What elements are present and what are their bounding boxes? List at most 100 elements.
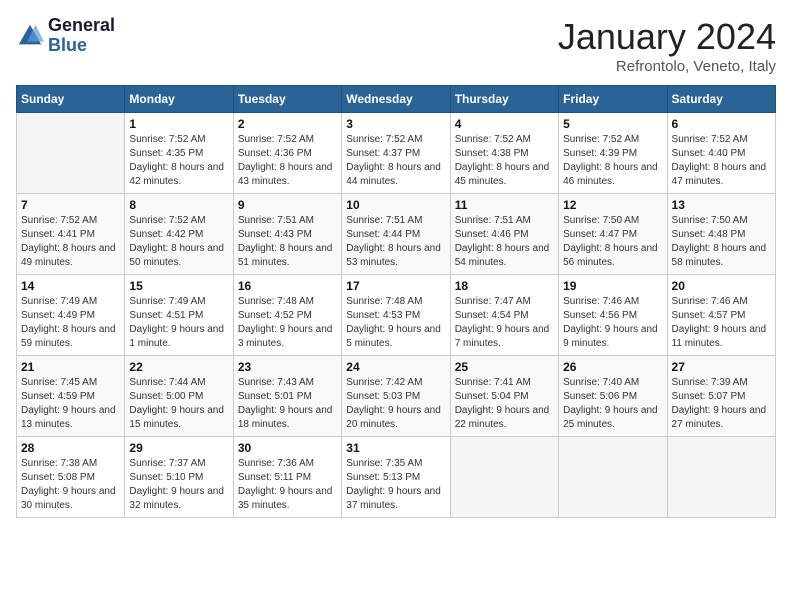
day-number: 22 — [129, 360, 228, 374]
column-header-monday: Monday — [125, 86, 233, 113]
calendar-cell: 16 Sunrise: 7:48 AMSunset: 4:52 PMDayligh… — [233, 275, 341, 356]
day-number: 18 — [455, 279, 554, 293]
day-number: 9 — [238, 198, 337, 212]
calendar-cell: 29 Sunrise: 7:37 AMSunset: 5:10 PMDayligh… — [125, 437, 233, 518]
calendar-cell: 24Sunrise: 7:42 AMSunset: 5:03 PMDayligh… — [342, 356, 450, 437]
calendar-cell: 21 Sunrise: 7:45 AMSunset: 4:59 PMDayligh… — [17, 356, 125, 437]
calendar-cell: 14 Sunrise: 7:49 AMSunset: 4:49 PMDayligh… — [17, 275, 125, 356]
column-header-wednesday: Wednesday — [342, 86, 450, 113]
calendar-cell: 4 Sunrise: 7:52 AMSunset: 4:38 PMDaylight… — [450, 113, 558, 194]
day-info: Sunrise: 7:47 AMSunset: 4:54 PMDaylight:… — [455, 295, 554, 351]
calendar-cell: 30 Sunrise: 7:36 AMSunset: 5:11 PMDayligh… — [233, 437, 341, 518]
day-number: 13 — [672, 198, 771, 212]
calendar-cell — [667, 437, 775, 518]
calendar-week-row: 14 Sunrise: 7:49 AMSunset: 4:49 PMDayligh… — [17, 275, 776, 356]
calendar-cell: 13 Sunrise: 7:50 AMSunset: 4:48 PMDayligh… — [667, 194, 775, 275]
day-info: Sunrise: 7:35 AMSunset: 5:13 PMDaylight:… — [346, 457, 445, 513]
calendar-cell: 6Sunrise: 7:52 AMSunset: 4:40 PMDaylight… — [667, 113, 775, 194]
day-number: 20 — [672, 279, 771, 293]
calendar-cell: 10Sunrise: 7:51 AMSunset: 4:44 PMDayligh… — [342, 194, 450, 275]
calendar-cell: 20 Sunrise: 7:46 AMSunset: 4:57 PMDayligh… — [667, 275, 775, 356]
day-info: Sunrise: 7:52 AMSunset: 4:41 PMDaylight:… — [21, 214, 120, 270]
calendar-cell: 3Sunrise: 7:52 AMSunset: 4:37 PMDaylight… — [342, 113, 450, 194]
day-number: 25 — [455, 360, 554, 374]
day-info: Sunrise: 7:46 AMSunset: 4:57 PMDaylight:… — [672, 295, 771, 351]
calendar-cell: 2Sunrise: 7:52 AMSunset: 4:36 PMDaylight… — [233, 113, 341, 194]
calendar-header-row: SundayMondayTuesdayWednesdayThursdayFrid… — [17, 86, 776, 113]
day-number: 30 — [238, 441, 337, 455]
column-header-tuesday: Tuesday — [233, 86, 341, 113]
calendar-week-row: 1Sunrise: 7:52 AMSunset: 4:35 PMDaylight… — [17, 113, 776, 194]
day-info: Sunrise: 7:44 AMSunset: 5:00 PMDaylight:… — [129, 376, 228, 432]
day-info: Sunrise: 7:51 AMSunset: 4:46 PMDaylight:… — [455, 214, 554, 270]
day-number: 6 — [672, 117, 771, 131]
logo-text: General Blue — [48, 16, 115, 56]
day-info: Sunrise: 7:51 AMSunset: 4:43 PMDaylight:… — [238, 214, 337, 270]
page-header: General Blue January 2024 Refrontolo, Ve… — [16, 16, 776, 75]
day-info: Sunrise: 7:45 AMSunset: 4:59 PMDaylight:… — [21, 376, 120, 432]
day-number: 5 — [563, 117, 662, 131]
day-number: 19 — [563, 279, 662, 293]
day-number: 8 — [129, 198, 228, 212]
day-info: Sunrise: 7:52 AMSunset: 4:38 PMDaylight:… — [455, 133, 554, 189]
column-header-sunday: Sunday — [17, 86, 125, 113]
day-info: Sunrise: 7:48 AMSunset: 4:53 PMDaylight:… — [346, 295, 445, 351]
day-info: Sunrise: 7:46 AMSunset: 4:56 PMDaylight:… — [563, 295, 662, 351]
day-number: 15 — [129, 279, 228, 293]
day-info: Sunrise: 7:37 AMSunset: 5:10 PMDaylight:… — [129, 457, 228, 513]
day-number: 29 — [129, 441, 228, 455]
calendar-cell: 25 Sunrise: 7:41 AMSunset: 5:04 PMDayligh… — [450, 356, 558, 437]
day-number: 11 — [455, 198, 554, 212]
day-info: Sunrise: 7:50 AMSunset: 4:47 PMDaylight:… — [563, 214, 662, 270]
calendar-cell: 28 Sunrise: 7:38 AMSunset: 5:08 PMDayligh… — [17, 437, 125, 518]
day-info: Sunrise: 7:52 AMSunset: 4:39 PMDaylight:… — [563, 133, 662, 189]
day-info: Sunrise: 7:48 AMSunset: 4:52 PMDaylight:… — [238, 295, 337, 351]
day-number: 3 — [346, 117, 445, 131]
day-info: Sunrise: 7:49 AMSunset: 4:49 PMDaylight:… — [21, 295, 120, 351]
day-number: 28 — [21, 441, 120, 455]
day-number: 12 — [563, 198, 662, 212]
day-number: 10 — [346, 198, 445, 212]
calendar-cell: 1Sunrise: 7:52 AMSunset: 4:35 PMDaylight… — [125, 113, 233, 194]
day-number: 16 — [238, 279, 337, 293]
calendar-cell: 12 Sunrise: 7:50 AMSunset: 4:47 PMDayligh… — [559, 194, 667, 275]
day-number: 17 — [346, 279, 445, 293]
calendar-cell: 31Sunrise: 7:35 AMSunset: 5:13 PMDayligh… — [342, 437, 450, 518]
calendar-cell: 26Sunrise: 7:40 AMSunset: 5:06 PMDayligh… — [559, 356, 667, 437]
day-info: Sunrise: 7:40 AMSunset: 5:06 PMDaylight:… — [563, 376, 662, 432]
calendar-week-row: 7 Sunrise: 7:52 AMSunset: 4:41 PMDaylight… — [17, 194, 776, 275]
day-info: Sunrise: 7:52 AMSunset: 4:42 PMDaylight:… — [129, 214, 228, 270]
day-info: Sunrise: 7:36 AMSunset: 5:11 PMDaylight:… — [238, 457, 337, 513]
day-number: 24 — [346, 360, 445, 374]
calendar-cell: 18 Sunrise: 7:47 AMSunset: 4:54 PMDayligh… — [450, 275, 558, 356]
column-header-saturday: Saturday — [667, 86, 775, 113]
calendar-week-row: 28 Sunrise: 7:38 AMSunset: 5:08 PMDayligh… — [17, 437, 776, 518]
calendar-cell: 7 Sunrise: 7:52 AMSunset: 4:41 PMDaylight… — [17, 194, 125, 275]
day-number: 4 — [455, 117, 554, 131]
day-number: 27 — [672, 360, 771, 374]
calendar-cell: 27 Sunrise: 7:39 AMSunset: 5:07 PMDayligh… — [667, 356, 775, 437]
calendar-cell: 15 Sunrise: 7:49 AMSunset: 4:51 PMDayligh… — [125, 275, 233, 356]
calendar-cell — [559, 437, 667, 518]
calendar-week-row: 21 Sunrise: 7:45 AMSunset: 4:59 PMDayligh… — [17, 356, 776, 437]
calendar-table: SundayMondayTuesdayWednesdayThursdayFrid… — [16, 85, 776, 518]
day-number: 21 — [21, 360, 120, 374]
day-number: 14 — [21, 279, 120, 293]
calendar-cell: 8 Sunrise: 7:52 AMSunset: 4:42 PMDaylight… — [125, 194, 233, 275]
day-info: Sunrise: 7:38 AMSunset: 5:08 PMDaylight:… — [21, 457, 120, 513]
calendar-cell — [17, 113, 125, 194]
day-info: Sunrise: 7:41 AMSunset: 5:04 PMDaylight:… — [455, 376, 554, 432]
day-number: 7 — [21, 198, 120, 212]
day-info: Sunrise: 7:39 AMSunset: 5:07 PMDaylight:… — [672, 376, 771, 432]
calendar-cell: 23Sunrise: 7:43 AMSunset: 5:01 PMDayligh… — [233, 356, 341, 437]
day-info: Sunrise: 7:50 AMSunset: 4:48 PMDaylight:… — [672, 214, 771, 270]
logo: General Blue — [16, 16, 115, 56]
day-info: Sunrise: 7:52 AMSunset: 4:36 PMDaylight:… — [238, 133, 337, 189]
day-number: 1 — [129, 117, 228, 131]
logo-icon — [16, 22, 44, 50]
day-number: 23 — [238, 360, 337, 374]
column-header-friday: Friday — [559, 86, 667, 113]
day-info: Sunrise: 7:49 AMSunset: 4:51 PMDaylight:… — [129, 295, 228, 351]
calendar-cell: 11 Sunrise: 7:51 AMSunset: 4:46 PMDayligh… — [450, 194, 558, 275]
calendar-cell: 9 Sunrise: 7:51 AMSunset: 4:43 PMDaylight… — [233, 194, 341, 275]
